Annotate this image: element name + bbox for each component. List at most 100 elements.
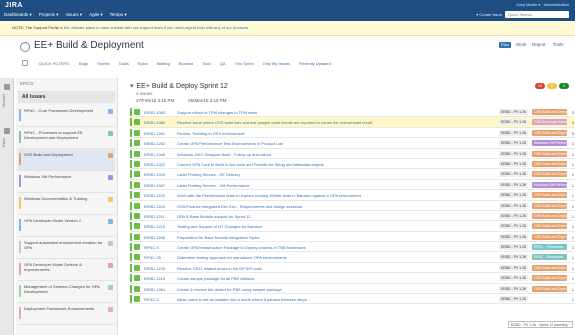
epic-item[interactable]: Deployment Framework Enhancements: [18, 303, 115, 325]
issue-key[interactable]: EEBD-1193: [144, 266, 165, 271]
issue-summary[interactable]: Testing and Support of NT Changes for Ba…: [177, 224, 447, 229]
plan-mode-button[interactable]: Plan: [499, 42, 511, 48]
issue-key[interactable]: RFNC-25: [144, 255, 161, 260]
epic-menu-icon[interactable]: [108, 285, 113, 290]
drag-handle[interactable]: [130, 284, 132, 293]
issue-summary[interactable]: Convert OPA Core to Build in Ant build a…: [177, 162, 447, 167]
sprint-title[interactable]: ▾ EE+ Build & Deploy Sprint 12: [130, 82, 228, 90]
search-icon[interactable]: [22, 60, 28, 66]
nav-agile[interactable]: Agile ▾: [89, 12, 103, 18]
epic-item[interactable]: Windows Documentation & Training: [18, 193, 115, 215]
create-issue-button[interactable]: ▾ Create Issue: [476, 12, 502, 17]
issue-row[interactable]: EEBD-1083 Support rollout of TPM changes …: [130, 107, 575, 118]
issue-summary[interactable]: Support rollout of TPM changes to TPM te…: [177, 110, 447, 115]
epic-item[interactable]: OPA Developer Model Version 2: [18, 215, 115, 237]
drag-handle[interactable]: [130, 232, 132, 241]
epic-menu-icon[interactable]: [108, 263, 113, 268]
epic-menu-icon[interactable]: [108, 131, 113, 136]
issue-row[interactable]: RFNC-9 Create OPA Infrastructure Package …: [130, 242, 575, 253]
issue-row[interactable]: EEBD-1046 Windows 2012 Designer Build - F…: [130, 149, 575, 159]
issue-key[interactable]: EEBD-1046: [144, 152, 165, 157]
epic-label-badge[interactable]: OSS Build and Deployment: [532, 192, 567, 199]
issue-row[interactable]: EEBD-1080 Resolve issue where OSS build f…: [130, 117, 575, 128]
drag-handle[interactable]: [130, 201, 132, 210]
filter-epics[interactable]: Epics: [138, 61, 148, 66]
issue-key[interactable]: EEBD-1022: [144, 162, 165, 167]
epic-menu-icon[interactable]: [108, 197, 113, 202]
banner-link[interactable]: is the ultimate place to raise a ticket …: [60, 25, 248, 30]
epic-all-issues[interactable]: All issues: [18, 91, 115, 103]
epic-label-badge[interactable]: RFNC - Processes: [532, 244, 567, 251]
drag-handle[interactable]: [130, 253, 132, 262]
drag-handle[interactable]: [130, 149, 132, 158]
issue-summary[interactable]: Resolve issue where OSS build fails and …: [177, 120, 447, 125]
issue-summary[interactable]: Determine testing approach for standalon…: [177, 255, 447, 260]
issue-summary[interactable]: Label Printing Service - EE Delivery: [177, 172, 447, 177]
issue-row[interactable]: EEBD-1022 Convert OPA Core to Build in An…: [130, 159, 575, 170]
issue-summary[interactable]: Create OPA Infrastructure Package to Dep…: [177, 245, 447, 250]
issue-row[interactable]: EEBD-1163 OSS/Finance Integrated Dev Env …: [130, 201, 575, 211]
epic-label-badge[interactable]: OSS Build and Deployment: [532, 109, 567, 115]
drag-handle[interactable]: [130, 191, 132, 200]
quick-search-input[interactable]: Quick Search: [505, 11, 569, 18]
jira-logo[interactable]: JIRA: [5, 2, 23, 9]
epic-label-badge[interactable]: OSS Build and Deployment: [532, 150, 567, 157]
epic-label-badge[interactable]: Windows VM Performance: [532, 181, 567, 188]
filter-only-my-issues[interactable]: Only My Issues: [263, 61, 290, 66]
epic-menu-icon[interactable]: [108, 109, 113, 114]
issue-row[interactable]: EEBD-1262 Create OPA Performance Test Env…: [130, 138, 575, 149]
issue-key[interactable]: EEBD-1261: [144, 131, 165, 136]
filter-todo[interactable]: Todo: [202, 61, 211, 66]
epic-menu-icon[interactable]: [108, 153, 113, 158]
filter-recently-updated[interactable]: Recently Updated: [299, 61, 331, 66]
epic-menu-icon[interactable]: [108, 307, 113, 312]
issue-summary[interactable]: Create OPA Performance Test Environments…: [177, 141, 447, 146]
issue-row[interactable]: EEBD-1216 Testing and Support of NT Chang…: [130, 221, 575, 232]
epic-item[interactable]: Windows VM Performance: [18, 171, 115, 193]
drag-handle[interactable]: [130, 295, 132, 304]
filter-stories[interactable]: Stories: [97, 61, 109, 66]
issue-key[interactable]: RFNC-3: [144, 297, 159, 302]
issue-key[interactable]: EEBD-1125: [144, 193, 165, 198]
issue-key[interactable]: EEBD-1186: [144, 235, 165, 240]
issue-key[interactable]: EEBD-1264: [144, 287, 165, 292]
issue-key[interactable]: EEBD-1083: [144, 110, 165, 115]
report-mode-link[interactable]: Report: [532, 42, 546, 47]
epic-label-badge[interactable]: OPA Developer Model Defects: [532, 119, 567, 126]
issue-key[interactable]: EEBD-1049: [144, 172, 165, 177]
drag-handle[interactable]: [130, 128, 132, 137]
issue-summary[interactable]: Preparation for Base Module Integration …: [177, 235, 447, 240]
chevron-down-icon[interactable]: ▾: [130, 83, 134, 90]
epic-label-badge[interactable]: OSS Build and Deployment: [532, 233, 567, 240]
filter-tasks[interactable]: Tasks: [119, 61, 129, 66]
issue-summary[interactable]: OSS/Finance Integrated Dev Env - Require…: [177, 204, 447, 209]
filter-this-sprint[interactable]: This Sprint: [235, 61, 254, 66]
issue-summary[interactable]: Resolve OS11 related errors in the DP AP…: [177, 266, 447, 271]
drag-handle[interactable]: [130, 159, 132, 168]
issue-key[interactable]: RFNC-9: [144, 245, 159, 250]
issue-key[interactable]: EEBD-1080: [144, 120, 165, 125]
issue-key[interactable]: EEBD-1262: [144, 141, 165, 146]
user-menu[interactable]: Gary Martin ▾ · Administration: [516, 2, 569, 7]
drag-handle[interactable]: [130, 170, 132, 179]
epic-label-badge[interactable]: OSS Build and Deployment: [532, 171, 567, 178]
issue-key[interactable]: EEBD-1213: [144, 276, 165, 281]
versions-icon[interactable]: [4, 84, 10, 90]
drag-handle[interactable]: [130, 222, 132, 231]
drag-handle[interactable]: [130, 274, 132, 283]
issue-key[interactable]: EEBD-1087: [144, 183, 165, 188]
nav-issues[interactable]: Issues ▾: [66, 12, 83, 18]
epic-menu-icon[interactable]: [108, 241, 113, 246]
drag-handle[interactable]: [130, 118, 132, 127]
issue-row[interactable]: RFNC-25 Determine testing approach for st…: [130, 252, 575, 263]
filter-blocked[interactable]: Blocked: [179, 61, 193, 66]
drag-handle[interactable]: [130, 180, 132, 189]
issue-row[interactable]: EEBD-1211 OPA & Base Module support for S…: [130, 211, 575, 222]
epic-label-badge[interactable]: OSS Build and Deployment: [532, 160, 567, 167]
tools-menu[interactable]: Tools: [553, 42, 564, 47]
filter-waiting[interactable]: Waiting: [157, 61, 170, 66]
issue-key[interactable]: EEBD-1216: [144, 224, 165, 229]
issue-row[interactable]: EEBD-1087 Label Printing Service - VM Per…: [130, 180, 575, 191]
nav-projects[interactable]: Projects ▾: [39, 12, 59, 18]
epic-label-badge[interactable]: OSS Build and Deployment: [532, 264, 567, 271]
